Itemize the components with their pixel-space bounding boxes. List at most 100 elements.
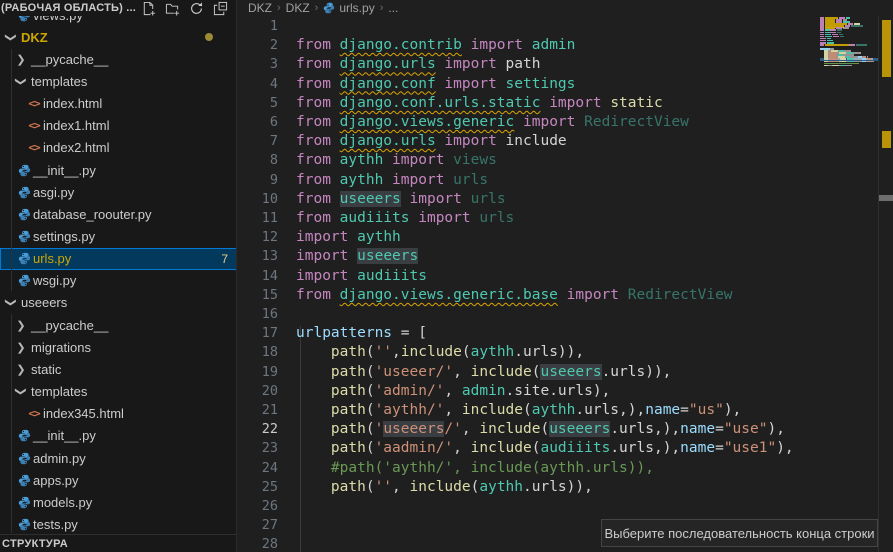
code-area[interactable]: 12from django.contrib import admin3from … bbox=[238, 17, 820, 552]
code-line-26[interactable]: 26 bbox=[238, 497, 820, 516]
breadcrumb-item[interactable]: urls.py bbox=[323, 1, 374, 15]
tree-item-asgi-py[interactable]: asgi.py bbox=[0, 181, 237, 203]
code-token: from bbox=[296, 191, 331, 207]
code-token: useeers bbox=[383, 421, 444, 437]
code-token: , bbox=[392, 479, 409, 495]
tree-item-static[interactable]: ❯static bbox=[0, 358, 237, 380]
line-number: 7 bbox=[238, 132, 278, 151]
tree-item-index1-html[interactable]: <>index1.html bbox=[0, 115, 237, 137]
tree-item-wsgi-py[interactable]: wsgi.py bbox=[0, 270, 237, 292]
code-token: /' bbox=[444, 421, 461, 437]
code-line-8[interactable]: 8from aythh import views bbox=[238, 151, 820, 170]
tree-item-DKZ[interactable]: ❯DKZ bbox=[0, 26, 237, 48]
code-token bbox=[444, 172, 453, 188]
tree-item---pycache--[interactable]: ❯__pycache__ bbox=[0, 314, 237, 336]
python-file-icon bbox=[17, 451, 31, 465]
file-label: database_roouter.py bbox=[33, 207, 152, 222]
code-line-5[interactable]: 5from django.conf.urls.static import sta… bbox=[238, 94, 820, 113]
code-token bbox=[331, 133, 340, 149]
code-token: import bbox=[296, 268, 348, 284]
code-token: useeers bbox=[549, 421, 610, 437]
code-token: aythh bbox=[532, 402, 576, 418]
folder-label: migrations bbox=[31, 340, 91, 355]
code-line-2[interactable]: 2from django.contrib import admin bbox=[238, 36, 820, 55]
tree-item-index2-html[interactable]: <>index2.html bbox=[0, 137, 237, 159]
python-file-icon bbox=[17, 163, 31, 177]
tree-item-urls-py[interactable]: urls.py7 bbox=[0, 248, 237, 270]
code-line-9[interactable]: 9from aythh import urls bbox=[238, 171, 820, 190]
code-line-3[interactable]: 3from django.urls import path bbox=[238, 55, 820, 74]
code-line-16[interactable]: 16 bbox=[238, 305, 820, 324]
ruler-decoration bbox=[882, 131, 891, 148]
minimap[interactable] bbox=[820, 15, 878, 552]
line-number: 17 bbox=[238, 324, 278, 343]
tree-item-index-html[interactable]: <>index.html bbox=[0, 93, 237, 115]
code-token: path bbox=[331, 479, 366, 495]
file-label: urls.py bbox=[33, 251, 71, 266]
code-line-22[interactable]: 22 path('useeers/', include(useeers.urls… bbox=[238, 420, 820, 439]
code-token: from bbox=[296, 95, 331, 111]
code-line-12[interactable]: 12import aythh bbox=[238, 228, 820, 247]
code-token bbox=[296, 364, 331, 380]
code-token bbox=[462, 37, 471, 53]
code-token: path bbox=[331, 402, 366, 418]
code-line-18[interactable]: 18 path('',include(aythh.urls)), bbox=[238, 343, 820, 362]
tree-item---init---py[interactable]: __init__.py bbox=[0, 159, 237, 181]
tree-item-useeers[interactable]: ❯useeers bbox=[0, 292, 237, 314]
code-token: include bbox=[479, 421, 540, 437]
breadcrumb-item[interactable]: ... bbox=[388, 1, 398, 15]
code-line-24[interactable]: 24 #path('aythh/', include(aythh.urls)), bbox=[238, 459, 820, 478]
tree-item-templates[interactable]: ❯templates bbox=[0, 70, 237, 92]
code-line-17[interactable]: 17urlpatterns = [ bbox=[238, 324, 820, 343]
code-line-23[interactable]: 23 path('aadmin/', include(audiiits.urls… bbox=[238, 439, 820, 458]
code-token: useeers bbox=[340, 191, 401, 207]
tree-item---init---py[interactable]: __init__.py bbox=[0, 425, 237, 447]
tree-item-database-roouter-py[interactable]: database_roouter.py bbox=[0, 203, 237, 225]
code-line-6[interactable]: 6from django.views.generic import Redire… bbox=[238, 113, 820, 132]
code-token: path bbox=[506, 56, 541, 72]
code-token bbox=[383, 152, 392, 168]
explorer-sidebar: views.py❯DKZ❯__pycache__❯templates<>inde… bbox=[0, 0, 237, 552]
code-line-13[interactable]: 13import useeers bbox=[238, 247, 820, 266]
new-folder-icon[interactable] bbox=[164, 0, 181, 16]
breadcrumb-item[interactable]: DKZ bbox=[286, 1, 310, 15]
breadcrumb-item[interactable]: DKZ bbox=[248, 1, 272, 15]
tree-item-tests-py[interactable]: tests.py bbox=[0, 513, 237, 535]
code-line-10[interactable]: 10from useeers import urls bbox=[238, 190, 820, 209]
modified-dot-badge bbox=[205, 33, 213, 41]
code-line-11[interactable]: 11from audiiits import urls bbox=[238, 209, 820, 228]
code-line-15[interactable]: 15from django.views.generic.base import … bbox=[238, 286, 820, 305]
line-number: 5 bbox=[238, 94, 278, 113]
code-token bbox=[296, 402, 331, 418]
tree-item-models-py[interactable]: models.py bbox=[0, 491, 237, 513]
overview-ruler[interactable] bbox=[878, 0, 893, 552]
tree-item-settings-py[interactable]: settings.py bbox=[0, 226, 237, 248]
file-label: asgi.py bbox=[33, 185, 74, 200]
tree-item-apps-py[interactable]: apps.py bbox=[0, 469, 237, 491]
html-file-icon: <> bbox=[27, 97, 41, 111]
tree-indent-guide bbox=[11, 314, 12, 533]
code-token bbox=[575, 114, 584, 130]
code-line-19[interactable]: 19 path('useeer/', include(useeers.urls)… bbox=[238, 363, 820, 382]
code-token: "use1" bbox=[724, 440, 776, 456]
code-token: ( bbox=[540, 421, 549, 437]
breadcrumb-separator: › bbox=[380, 2, 384, 14]
refresh-icon[interactable] bbox=[188, 0, 205, 16]
tree-item---pycache--[interactable]: ❯__pycache__ bbox=[0, 48, 237, 70]
code-line-4[interactable]: 4from django.conf import settings bbox=[238, 75, 820, 94]
code-line-21[interactable]: 21 path('aythh/', include(aythh.urls,),n… bbox=[238, 401, 820, 420]
code-line-25[interactable]: 25 path('', include(aythh.urls)), bbox=[238, 478, 820, 497]
collapse-all-icon[interactable] bbox=[212, 0, 229, 16]
explorer-section-header[interactable]: (РАБОЧАЯ ОБЛАСТЬ) ... bbox=[0, 0, 237, 16]
code-line-14[interactable]: 14import audiiits bbox=[238, 267, 820, 286]
code-line-7[interactable]: 7from django.urls import include bbox=[238, 132, 820, 151]
tree-item-templates[interactable]: ❯templates bbox=[0, 381, 237, 403]
code-line-1[interactable]: 1 bbox=[238, 17, 820, 36]
new-file-icon[interactable] bbox=[140, 0, 157, 16]
tree-item-migrations[interactable]: ❯migrations bbox=[0, 336, 237, 358]
file-label: wsgi.py bbox=[33, 273, 76, 288]
tree-item-index345-html[interactable]: <>index345.html bbox=[0, 403, 237, 425]
tree-item-admin-py[interactable]: admin.py bbox=[0, 447, 237, 469]
structure-section-header[interactable]: СТРУКТУРА bbox=[0, 534, 237, 552]
code-line-20[interactable]: 20 path('admin/', admin.site.urls), bbox=[238, 382, 820, 401]
